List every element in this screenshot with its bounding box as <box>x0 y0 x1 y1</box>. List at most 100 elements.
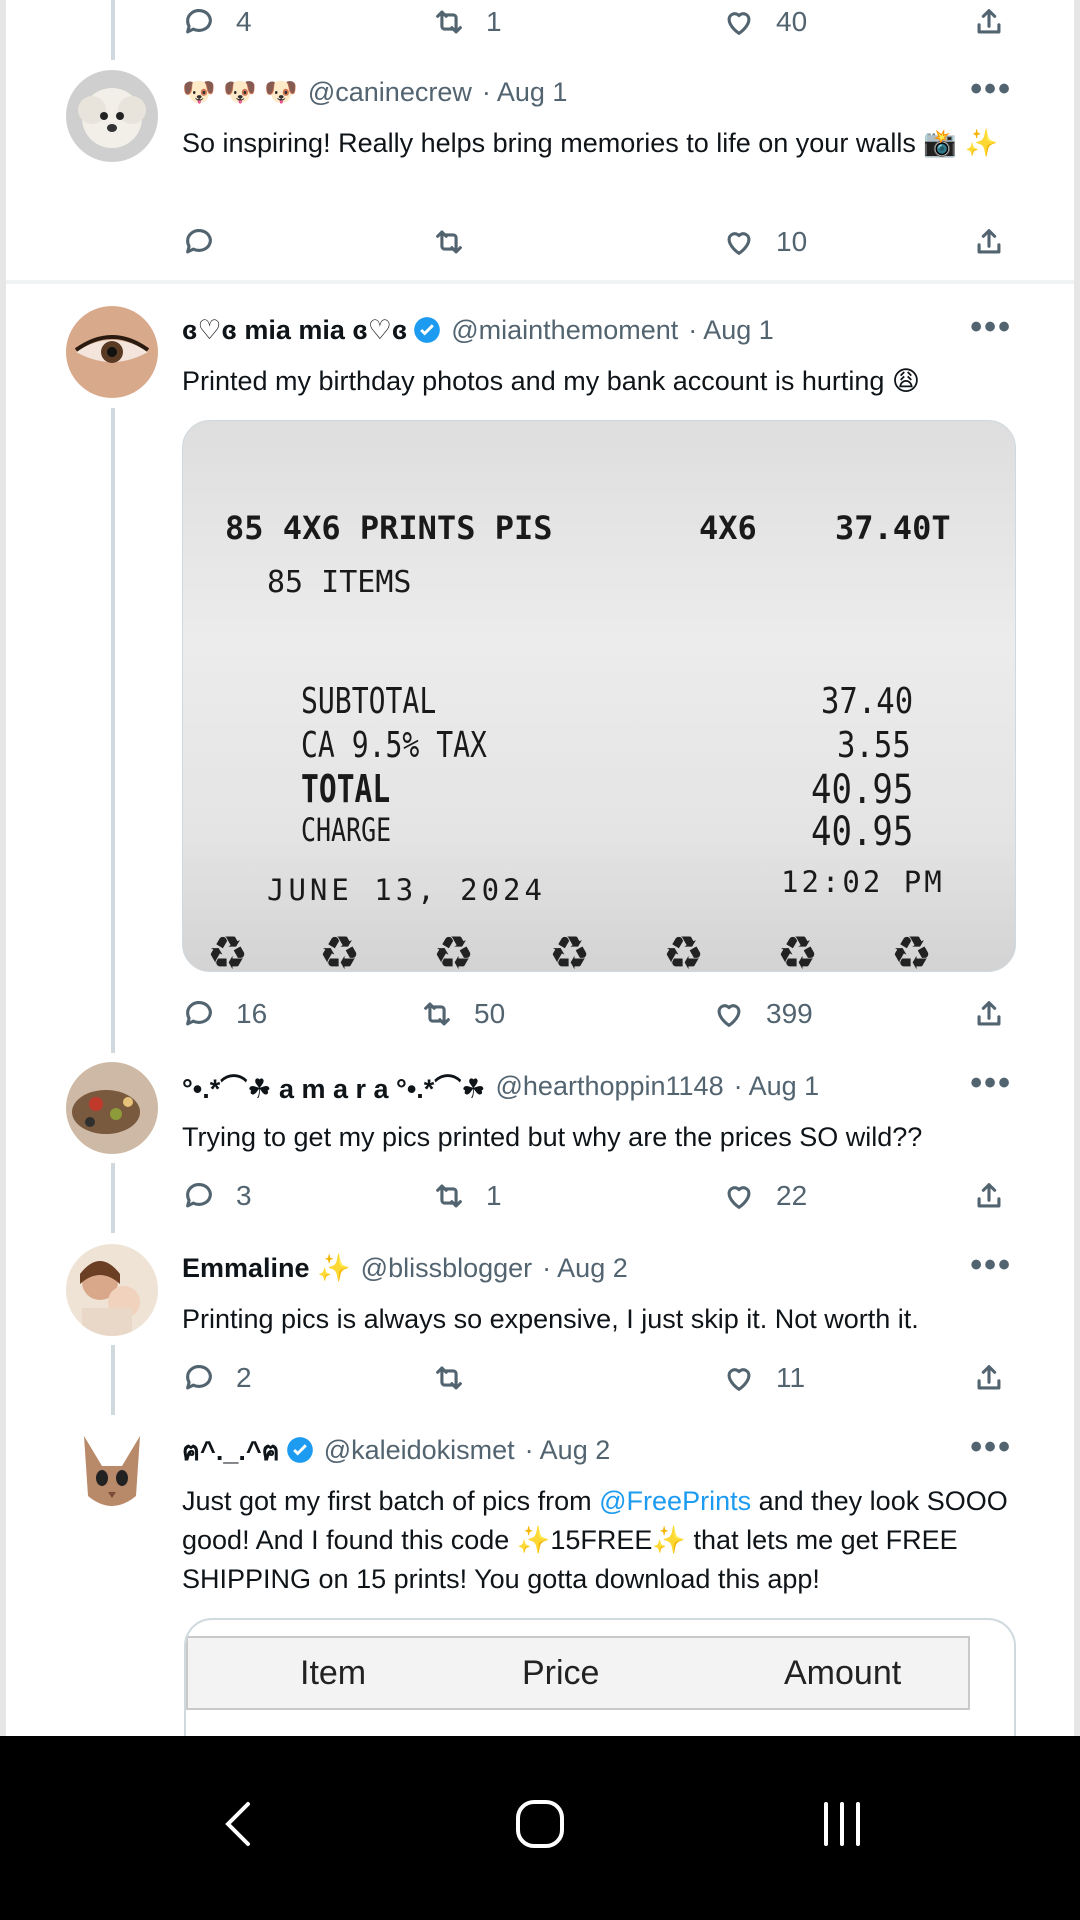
recents-icon <box>824 1802 860 1846</box>
reply-icon <box>186 1183 212 1208</box>
retweet-icon <box>436 1366 462 1390</box>
recycle-icon: ♻ <box>207 927 249 972</box>
share-button[interactable] <box>972 0 1006 44</box>
display-name[interactable]: 🐶 🐶 🐶 <box>182 76 298 108</box>
avatar[interactable] <box>66 1426 158 1518</box>
display-name[interactable]: °•.*⌒☘ a m a r a °•.*⌒☘ <box>182 1067 486 1106</box>
reply-count: 3 <box>236 1180 252 1211</box>
handle[interactable]: @kaleidokismet <box>324 1435 515 1466</box>
receipt-subtotal-label: SUBTOTAL <box>301 681 437 722</box>
retweet-button[interactable]: 50 <box>420 992 505 1036</box>
share-icon <box>977 1365 1001 1390</box>
timestamp[interactable]: · Aug 1 <box>734 1071 820 1102</box>
share-button[interactable] <box>972 992 1006 1036</box>
handle[interactable]: @hearthoppin1148 <box>496 1071 724 1102</box>
more-options-icon[interactable]: ••• <box>970 70 1012 109</box>
back-button[interactable] <box>206 1792 270 1856</box>
avatar[interactable] <box>66 1062 158 1154</box>
receipt-size: 4X6 <box>699 509 757 547</box>
retweet-icon <box>436 230 462 254</box>
reply-icon <box>186 1001 212 1026</box>
verified-badge-icon <box>286 1437 313 1463</box>
like-button[interactable]: 10 <box>722 220 807 264</box>
like-button[interactable]: 399 <box>712 992 813 1036</box>
timestamp[interactable]: · Aug 1 <box>688 315 774 346</box>
more-options-icon[interactable]: ••• <box>970 1064 1012 1103</box>
like-count: 40 <box>776 6 808 37</box>
home-button[interactable] <box>508 1792 572 1856</box>
recents-button[interactable] <box>810 1792 874 1856</box>
display-name[interactable]: ɞ♡ɞ mia mia ɞ♡ɞ <box>182 315 407 346</box>
tweet-text: Printing pics is always so expensive, I … <box>182 1304 919 1334</box>
share-icon <box>977 1001 1001 1026</box>
reply-button[interactable]: 16 <box>182 992 267 1036</box>
retweet-button[interactable] <box>432 220 486 264</box>
share-button[interactable] <box>972 1174 1006 1218</box>
like-count: 399 <box>766 998 813 1029</box>
column-header: Price <box>522 1653 600 1692</box>
reply-icon <box>186 1365 212 1390</box>
tweet-actions: 16 50 399 <box>182 992 1012 1036</box>
reply-button[interactable]: 2 <box>182 1356 252 1400</box>
receipt-tax: 3.55 <box>837 725 911 766</box>
screen-edge-right <box>1074 0 1080 1736</box>
retweet-icon <box>424 1002 450 1026</box>
handle[interactable]: @miainthemoment <box>451 315 678 346</box>
column-header: Amount <box>784 1653 902 1692</box>
reply-button[interactable]: 4 <box>182 0 252 44</box>
like-count: 10 <box>776 226 808 257</box>
timestamp[interactable]: · Aug 2 <box>525 1435 611 1466</box>
receipt-qty: 85 <box>225 509 264 547</box>
recycle-icon: ♻ <box>433 927 475 972</box>
share-button[interactable] <box>972 220 1006 264</box>
tweet-header: Emmaline ✨ @blissblogger · Aug 2 <box>182 1248 1020 1288</box>
display-name[interactable]: Emmaline ✨ <box>182 1252 351 1284</box>
like-count: 22 <box>776 1180 808 1211</box>
avatar[interactable] <box>66 1244 158 1336</box>
more-options-icon[interactable]: ••• <box>970 1246 1012 1285</box>
home-icon <box>516 1800 564 1848</box>
handle[interactable]: @caninecrew <box>308 77 472 108</box>
thread-line <box>111 1345 115 1415</box>
more-options-icon[interactable]: ••• <box>970 308 1012 347</box>
reply-button[interactable] <box>182 220 236 264</box>
heart-icon <box>727 12 751 35</box>
mention-link[interactable]: @FreePrints <box>599 1486 751 1516</box>
avatar[interactable] <box>66 70 158 162</box>
like-button[interactable]: 11 <box>722 1356 805 1400</box>
receipt-subtotal: 37.40 <box>821 681 914 722</box>
tweet-actions: 4 1 40 <box>182 0 1012 44</box>
retweet-button[interactable]: 1 <box>432 1174 502 1218</box>
system-nav-bar <box>0 1736 1080 1920</box>
receipt-tax-label: CA 9.5% TAX <box>301 725 487 766</box>
thread-line <box>111 0 115 60</box>
screen-edge-left <box>0 0 6 1736</box>
more-options-icon[interactable]: ••• <box>970 1428 1012 1467</box>
display-name[interactable]: ฅ^._.^ฅ <box>182 1429 280 1472</box>
retweet-icon <box>436 1184 462 1208</box>
heart-icon <box>727 1368 751 1391</box>
retweet-button[interactable]: 1 <box>432 0 502 44</box>
retweet-count: 1 <box>486 6 502 37</box>
retweet-button[interactable] <box>432 1356 486 1400</box>
receipt-date: JUNE 13, 2024 <box>267 873 546 907</box>
retweet-icon <box>436 10 462 34</box>
like-button[interactable]: 22 <box>722 1174 807 1218</box>
receipt-charge: 40.95 <box>811 809 914 855</box>
like-button[interactable]: 40 <box>722 0 807 44</box>
recycle-icon: ♻ <box>549 927 591 972</box>
retweet-count: 1 <box>486 1180 502 1211</box>
timestamp[interactable]: · Aug 1 <box>482 77 568 108</box>
timestamp[interactable]: · Aug 2 <box>542 1253 628 1284</box>
reply-button[interactable]: 3 <box>182 1174 252 1218</box>
handle[interactable]: @blissblogger <box>361 1253 533 1284</box>
share-button[interactable] <box>972 1356 1006 1400</box>
receipt-image[interactable]: 85 4X6 PRINTS PIS 4X6 37.40T 85 ITEMS SU… <box>182 420 1016 972</box>
thread-line <box>111 408 115 1053</box>
receipt-charge-label: CHARGE <box>301 811 392 849</box>
avatar[interactable] <box>66 306 158 398</box>
reply-icon <box>186 229 212 254</box>
column-header: Item <box>300 1653 367 1692</box>
recycle-icon: ♻ <box>663 927 705 972</box>
recycle-icon: ♻ <box>777 927 819 972</box>
